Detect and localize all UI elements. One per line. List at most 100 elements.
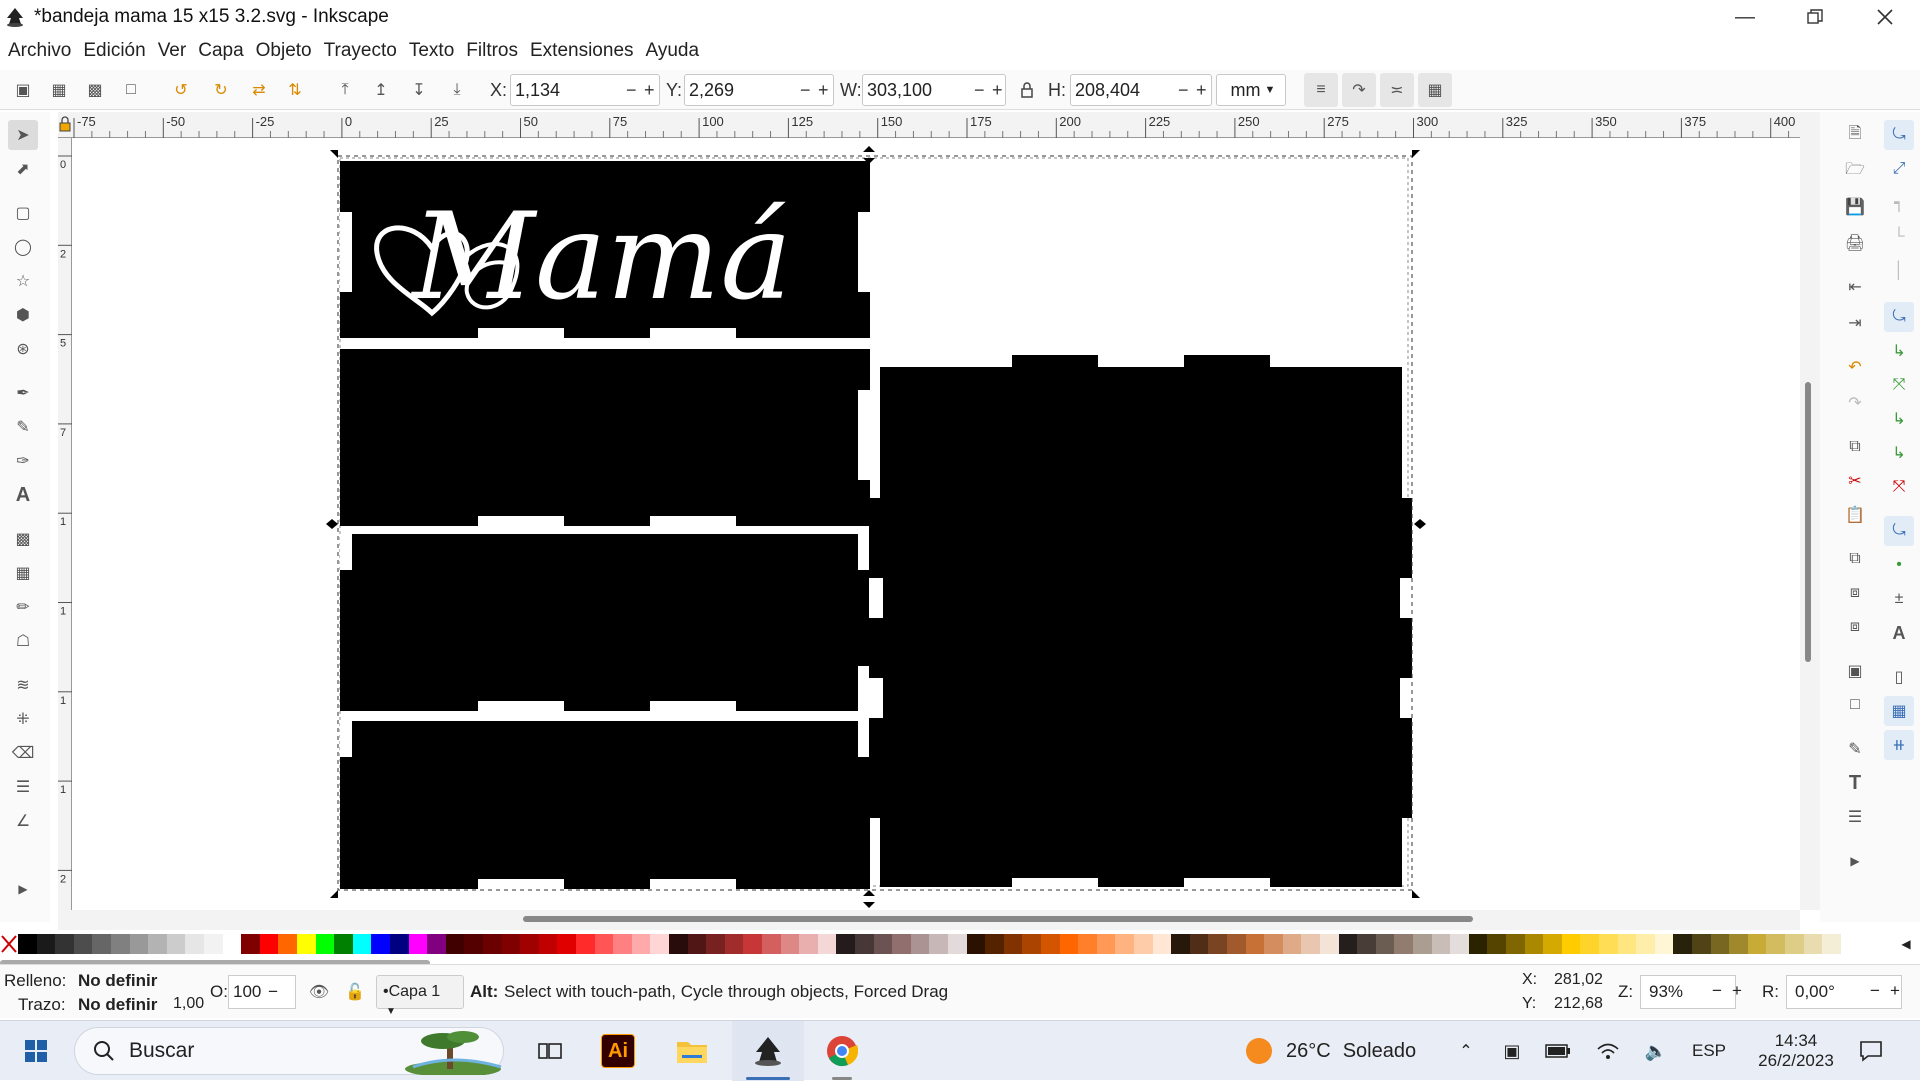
rotation-decrement-button[interactable]: −	[1870, 981, 1880, 1001]
clone-button[interactable]: ⧈	[1840, 578, 1870, 608]
close-button[interactable]	[1850, 0, 1920, 34]
fill-value[interactable]: No definir	[78, 971, 157, 991]
color-swatch[interactable]	[743, 934, 762, 954]
snap-grids-button[interactable]: ▦	[1884, 696, 1914, 726]
flip-horizontal-button[interactable]: ⇄	[244, 75, 274, 105]
color-swatch[interactable]	[445, 934, 465, 954]
import-button[interactable]: ⇤	[1840, 272, 1870, 302]
color-swatch[interactable]	[352, 934, 372, 954]
color-swatch[interactable]	[1803, 934, 1823, 954]
color-swatch[interactable]	[631, 934, 651, 954]
snap-line-midpoints-button[interactable]: ⤧	[1884, 472, 1914, 502]
color-swatch[interactable]	[576, 934, 595, 954]
stroke-value[interactable]: No definir	[78, 995, 157, 1015]
minimize-button[interactable]: —	[1710, 0, 1780, 34]
menu-objeto[interactable]: Objeto	[256, 40, 312, 62]
deselect-button[interactable]: ▩	[80, 75, 110, 105]
color-swatch[interactable]	[1059, 934, 1079, 954]
open-button[interactable]: 🗁	[1840, 156, 1870, 186]
color-swatch[interactable]	[985, 934, 1004, 954]
color-swatch[interactable]	[1134, 934, 1153, 954]
color-swatch[interactable]	[1227, 934, 1246, 954]
color-swatch[interactable]	[836, 934, 855, 954]
tray-clock[interactable]: 14:34 26/2/2023	[1746, 1021, 1846, 1081]
unlink-clone-button[interactable]: ⧈	[1840, 612, 1870, 642]
color-swatch[interactable]	[1320, 934, 1339, 954]
snap-bbox-midpoints-button[interactable]: │	[1884, 256, 1914, 286]
rectangle-tool[interactable]: ▢	[8, 198, 38, 228]
commands-expand-button[interactable]: ▶	[1840, 846, 1870, 876]
star-tool[interactable]: ☆	[8, 266, 38, 296]
menu-edicion[interactable]: Edición	[83, 40, 145, 62]
color-swatch[interactable]	[18, 934, 37, 954]
w-increment-button[interactable]: +	[992, 80, 1003, 101]
snap-nodes-button[interactable]: ⤿	[1884, 302, 1914, 332]
color-swatch[interactable]	[1078, 934, 1097, 954]
no-paint-swatch[interactable]	[0, 932, 18, 956]
color-swatch[interactable]	[390, 934, 409, 954]
color-swatch[interactable]	[1450, 934, 1469, 954]
new-document-button[interactable]: 🗎	[1840, 120, 1870, 150]
color-swatch[interactable]	[650, 934, 669, 954]
h-decrement-button[interactable]: −	[1178, 80, 1189, 101]
zoom-increment-button[interactable]: +	[1732, 981, 1742, 1001]
color-swatch[interactable]	[222, 934, 242, 954]
horizontal-scroll-thumb[interactable]	[523, 916, 1473, 922]
y-decrement-button[interactable]: −	[800, 80, 811, 101]
color-swatch[interactable]	[1171, 934, 1190, 954]
opacity-field[interactable]: 100 −	[228, 975, 296, 1009]
color-swatch[interactable]	[1506, 934, 1525, 954]
color-swatch[interactable]	[1245, 934, 1265, 954]
select-all-button[interactable]: ▣	[8, 75, 38, 105]
menu-archivo[interactable]: Archivo	[8, 40, 71, 62]
color-swatch[interactable]	[1636, 934, 1655, 954]
color-swatch[interactable]	[1673, 934, 1692, 954]
color-swatch[interactable]	[204, 934, 223, 954]
tray-battery-button[interactable]	[1540, 1021, 1576, 1081]
color-swatch[interactable]	[241, 934, 260, 954]
3d-box-tool[interactable]: ⬢	[8, 300, 38, 330]
menu-trayecto[interactable]: Trayecto	[324, 40, 397, 62]
color-swatch[interactable]	[724, 934, 744, 954]
zoom-decrement-button[interactable]: −	[1712, 981, 1722, 1001]
color-swatch[interactable]	[1357, 934, 1376, 954]
x-decrement-button[interactable]: −	[626, 80, 637, 101]
rotation-field[interactable]: 0,00°	[1786, 975, 1902, 1009]
color-swatch[interactable]	[1543, 934, 1562, 954]
layers-button[interactable]: ☰	[1840, 802, 1870, 832]
stroke-width-value[interactable]: 1,00	[173, 995, 204, 1013]
color-swatch[interactable]	[1561, 934, 1581, 954]
snap-bbox-edges-button[interactable]: ┑	[1884, 188, 1914, 218]
snap-cusp-nodes-button[interactable]: ↳	[1884, 404, 1914, 434]
y-field[interactable]: 2,269	[684, 74, 834, 106]
color-swatch[interactable]	[185, 934, 204, 954]
color-swatch[interactable]	[408, 934, 428, 954]
title-panel[interactable]: Mamá	[340, 161, 870, 340]
color-swatch[interactable]	[1692, 934, 1711, 954]
snap-page-border-button[interactable]: ▯	[1884, 662, 1914, 692]
select-all-layers-button[interactable]: ▦	[44, 75, 74, 105]
color-swatch[interactable]	[1580, 934, 1599, 954]
toggle-layer-visibility-button[interactable]: 👁	[304, 977, 334, 1007]
export-button[interactable]: ⇥	[1840, 308, 1870, 338]
pencil-tool[interactable]: ✎	[8, 412, 38, 442]
toolbox-expand-button[interactable]: ▶	[8, 874, 38, 904]
color-swatch[interactable]	[1375, 934, 1395, 954]
color-swatch[interactable]	[1431, 934, 1451, 954]
group-button[interactable]: ▣	[1840, 656, 1870, 686]
color-swatch[interactable]	[799, 934, 818, 954]
color-swatch[interactable]	[910, 934, 930, 954]
color-swatch[interactable]	[966, 934, 986, 954]
y-increment-button[interactable]: +	[818, 80, 829, 101]
x-increment-button[interactable]: +	[644, 80, 655, 101]
color-swatch[interactable]	[297, 934, 316, 954]
redo-button[interactable]: ↷	[1840, 388, 1870, 418]
move-gradients-toggle[interactable]: ≍	[1380, 73, 1414, 107]
color-swatch[interactable]	[1041, 934, 1060, 954]
print-button[interactable]: 🖨	[1840, 228, 1870, 258]
raise-to-top-button[interactable]: ⤒	[330, 75, 360, 105]
ellipse-tool[interactable]: ◯	[8, 232, 38, 262]
color-swatch[interactable]	[464, 934, 483, 954]
taskbar-search-box[interactable]: Buscar	[74, 1027, 504, 1075]
calligraphy-tool[interactable]: ✑	[8, 446, 38, 476]
